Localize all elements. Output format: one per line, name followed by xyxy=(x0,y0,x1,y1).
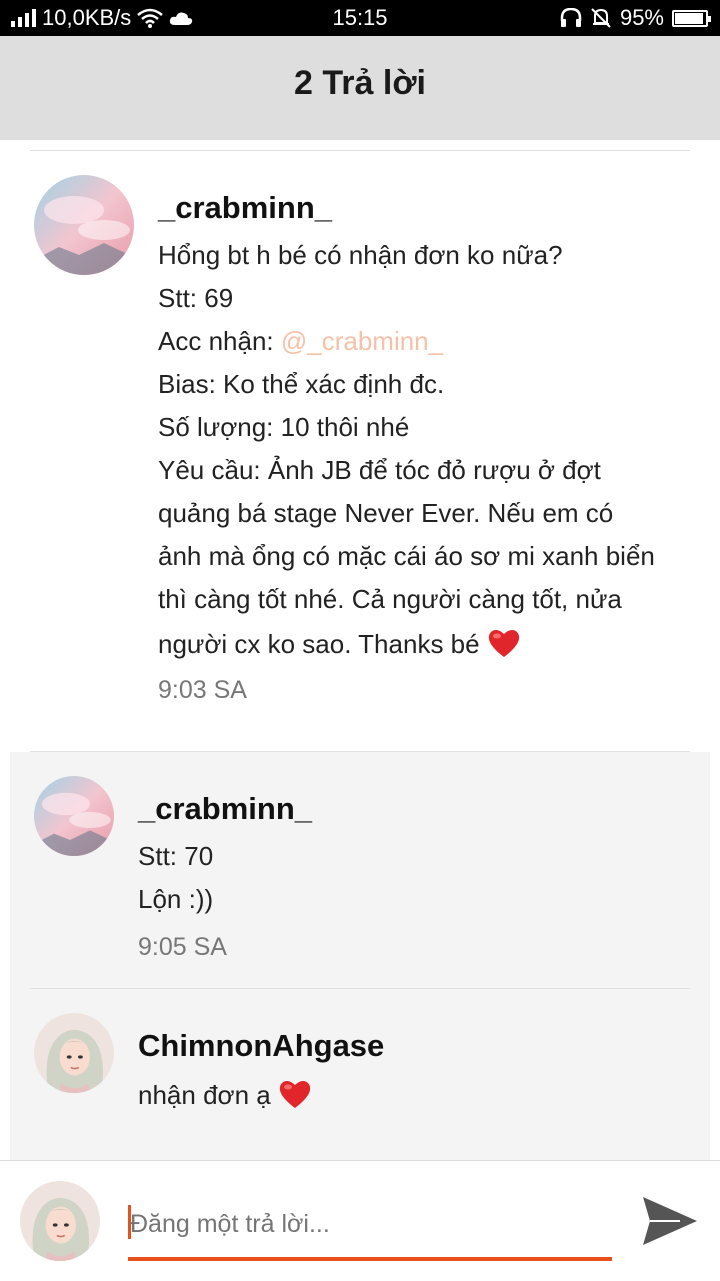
current-user-avatar xyxy=(20,1181,100,1261)
divider xyxy=(30,150,690,151)
battery-icon xyxy=(672,9,711,27)
reply-line: Stt: 70 xyxy=(138,841,214,871)
send-icon xyxy=(643,1197,697,1245)
avatar[interactable] xyxy=(34,776,114,856)
username[interactable]: ChimnonAhgase xyxy=(138,1028,384,1064)
comment-line-text: người cx ko sao. Thanks bé xyxy=(158,629,487,659)
avatar[interactable] xyxy=(34,1013,114,1093)
comment-line: Yêu cầu: Ảnh JB để tóc đỏ rượu ở đợt xyxy=(158,455,601,485)
comment-line-text: Acc nhận: xyxy=(158,326,281,356)
timestamp: 9:05 SA xyxy=(138,933,227,961)
reply-line: nhận đơn ạ xyxy=(138,1078,312,1111)
comment-line: Bias: Ko thể xác định đc. xyxy=(158,369,445,399)
reply-composer xyxy=(0,1160,720,1281)
avatar-image xyxy=(34,1013,114,1093)
reply-line-text: nhận đơn ạ xyxy=(138,1080,278,1110)
reply-line: Lộn :)) xyxy=(138,884,214,914)
comment-line: ảnh mà ổng có mặc cái áo sơ mi xanh biển xyxy=(158,541,655,571)
input-underline xyxy=(128,1257,612,1261)
comment-line: Acc nhận: @_crabminn_ xyxy=(158,326,443,357)
page-title: 2 Trả lời xyxy=(294,64,426,102)
page-header: 2 Trả lời xyxy=(0,36,720,140)
avatar[interactable] xyxy=(34,175,134,275)
avatar-image xyxy=(20,1181,100,1261)
divider xyxy=(30,988,690,989)
comment-line: Hổng bt h bé có nhận đơn ko nữa? xyxy=(158,240,563,270)
username[interactable]: _crabminn_ xyxy=(138,791,312,827)
status-bar: 10,0KB/s 15:15 95% xyxy=(0,0,720,36)
mute-bell-icon xyxy=(591,8,611,28)
comment-line: người cx ko sao. Thanks bé xyxy=(158,627,521,660)
timestamp: 9:03 SA xyxy=(158,676,247,704)
comment-line: thì càng tốt nhé. Cả người càng tốt, nửa xyxy=(158,584,622,614)
avatar-image xyxy=(34,776,114,856)
battery-percent: 95% xyxy=(619,5,664,30)
replies-container xyxy=(10,752,710,1160)
user-mention-link[interactable]: @_crabminn_ xyxy=(281,326,443,356)
heart-icon xyxy=(279,1080,311,1108)
battery-level xyxy=(675,12,704,24)
comment-line: Stt: 69 xyxy=(158,283,234,313)
heart-icon xyxy=(488,629,519,657)
username[interactable]: _crabminn_ xyxy=(158,190,332,226)
send-button[interactable] xyxy=(640,1191,700,1251)
comment-line: quảng bá stage Never Ever. Nếu em có xyxy=(158,498,614,528)
avatar-image xyxy=(34,175,134,275)
headset-icon xyxy=(560,8,582,27)
reply-input[interactable] xyxy=(128,1203,616,1245)
comment-line: Số lượng: 10 thôi nhé xyxy=(158,412,410,442)
